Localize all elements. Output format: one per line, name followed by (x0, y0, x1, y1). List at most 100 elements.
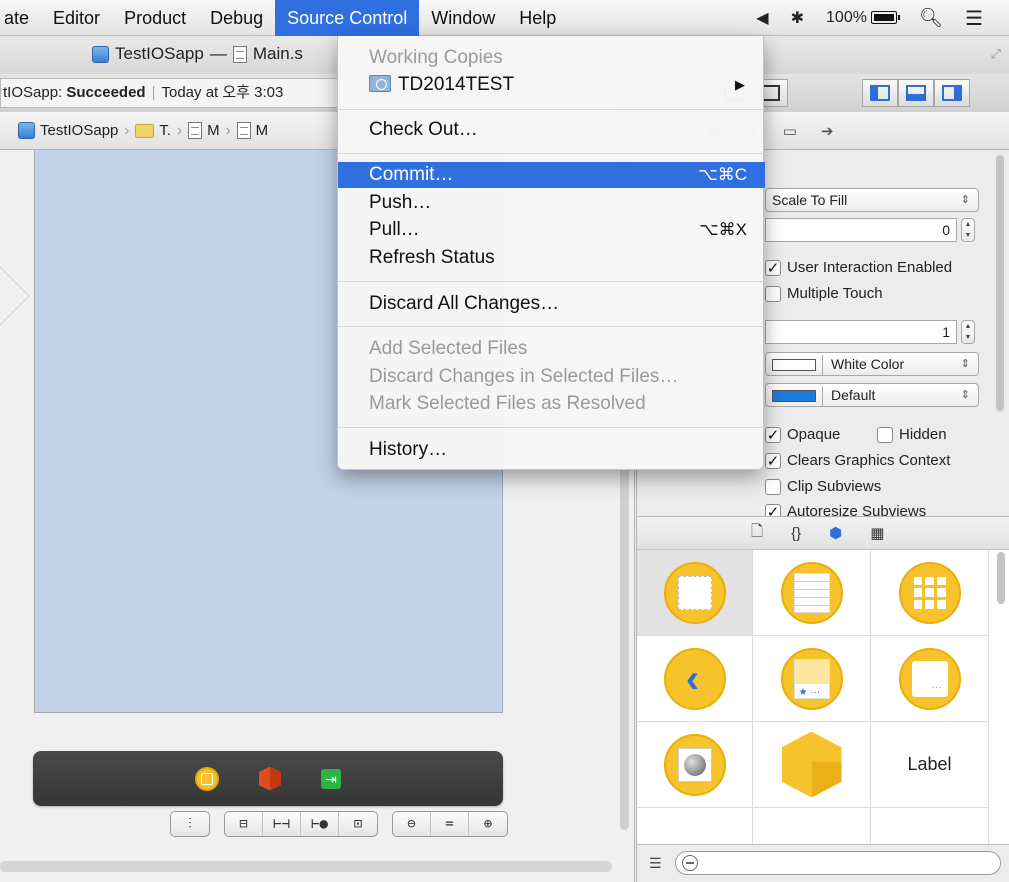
library-scrollbar[interactable] (997, 552, 1005, 604)
breadcrumb-file[interactable]: M (188, 122, 220, 139)
project-icon (18, 122, 35, 139)
object-library-icon[interactable]: ⬢ (829, 524, 842, 542)
menu-item-commit[interactable]: Commit… ⌥⌘C (338, 162, 765, 188)
library-item-next[interactable] (753, 808, 871, 844)
zoom-out-button[interactable]: ⊖ (393, 812, 431, 836)
menu-product[interactable]: Product (112, 0, 198, 36)
alpha-stepper[interactable]: ▲ ▼ (961, 320, 975, 344)
background-color-popup[interactable]: White Color ⇕ (765, 352, 979, 376)
file-icon (188, 122, 203, 139)
object-cube-icon (781, 731, 842, 798)
library-item-next[interactable] (871, 808, 989, 844)
toggle-navigator-button[interactable] (862, 79, 898, 107)
view-toggle-group (862, 79, 970, 107)
connections-inspector-icon[interactable]: ➔ (821, 122, 834, 140)
code-snippet-library-icon[interactable]: {} (791, 525, 801, 542)
status-menus: ◀ ✱ 100% 🔍︎ ☰ (756, 0, 1009, 36)
menu-help[interactable]: Help (507, 0, 568, 36)
zoom-in-button[interactable]: ⊕ (469, 812, 507, 836)
exit-icon[interactable]: ⇥ (321, 768, 341, 789)
build-time: Today at 오후 3:03 (161, 84, 284, 101)
breadcrumb-project[interactable]: TestIOSapp (18, 122, 118, 139)
debug-panel-icon (906, 85, 926, 101)
page-view-controller-icon: ··· (898, 647, 961, 710)
user-interaction-checkbox[interactable]: ✓ User Interaction Enabled (765, 259, 952, 277)
notification-center-icon[interactable]: ☰ (965, 6, 983, 31)
clip-subviews-row: Clip Subviews (637, 475, 1009, 501)
menu-editor[interactable]: Editor (41, 0, 112, 36)
battery-status[interactable]: 100% (826, 9, 900, 27)
library-filter-bar: ☰ (636, 844, 1009, 882)
clip-subviews-checkbox[interactable]: Clip Subviews (765, 478, 881, 495)
media-library-icon[interactable]: ▦ (870, 524, 884, 542)
library-filter-field[interactable] (675, 851, 1001, 875)
library-item-table-view-controller[interactable] (753, 550, 871, 636)
library-item-object[interactable] (753, 722, 871, 808)
inspector-scrollbar[interactable] (996, 155, 1004, 411)
toggle-debug-area-button[interactable] (898, 79, 934, 107)
resolve-issues-button[interactable]: ⊢● (301, 812, 339, 836)
menu-navigate[interactable]: ate (0, 0, 41, 36)
menu-item-history[interactable]: History… (338, 437, 765, 463)
align-button[interactable]: ⊟ (225, 812, 263, 836)
fullscreen-icon[interactable]: ⤢ (991, 46, 1001, 62)
menu-window[interactable]: Window (419, 0, 507, 36)
menu-item-repo[interactable]: TD2014TEST ▶ (338, 72, 765, 98)
horizontal-scrollbar[interactable] (0, 861, 612, 872)
ruler-inspector-icon[interactable]: ▭ (783, 122, 797, 140)
menu-item-discard-all[interactable]: Discard All Changes… (338, 291, 765, 317)
file-template-library-icon[interactable]: 🗋 (751, 521, 763, 546)
library-item-tab-bar-controller[interactable]: ★ ··· (753, 636, 871, 722)
menu-item-add-selected[interactable]: Add Selected Files (338, 336, 765, 362)
menu-item-pull[interactable]: Pull… ⌥⌘X (338, 217, 765, 243)
menu-item-mark-resolved[interactable]: Mark Selected Files as Resolved (338, 391, 765, 417)
library-item-label[interactable]: Label (871, 722, 989, 808)
breadcrumb-scene[interactable]: M (236, 122, 268, 139)
tag-stepper[interactable]: ▲ ▼ (961, 218, 975, 242)
file-icon (236, 122, 251, 139)
tag-field[interactable]: 0 (765, 218, 957, 242)
navigation-controller-icon: ‹ (663, 647, 726, 710)
hidden-checkbox[interactable]: Hidden (877, 426, 947, 443)
library-item-glkit-view-controller[interactable] (637, 722, 753, 808)
autoresize-checkbox[interactable]: ✓ Autoresize Subviews (765, 503, 926, 516)
content-mode-popup[interactable]: Scale To Fill ⇕ (765, 188, 979, 212)
opaque-checkbox[interactable]: ✓ Opaque (765, 426, 840, 444)
first-responder-icon[interactable] (259, 766, 281, 791)
resizing-button[interactable]: ⊡ (339, 812, 377, 836)
updown-arrow-icon: ⇕ (960, 389, 970, 401)
zoom-reset-button[interactable]: = (431, 812, 469, 836)
white-swatch (772, 359, 816, 372)
clears-graphics-checkbox[interactable]: ✓ Clears Graphics Context (765, 452, 950, 470)
library-item-navigation-controller[interactable]: ‹ (637, 636, 753, 722)
library-item-next[interactable] (637, 808, 753, 844)
library-item-page-view-controller[interactable]: ··· (871, 636, 989, 722)
list-view-icon[interactable]: ☰ (649, 855, 662, 872)
multiple-touch-checkbox[interactable]: Multiple Touch (765, 285, 883, 302)
menu-source-control[interactable]: Source Control (275, 0, 420, 36)
table-view-controller-icon (780, 561, 843, 624)
menu-separator (338, 281, 765, 282)
bluetooth-icon[interactable]: ✱ (791, 8, 804, 28)
breadcrumb-folder[interactable]: T. (135, 122, 171, 139)
toggle-utilities-button[interactable] (934, 79, 970, 107)
menu-debug[interactable]: Debug (198, 0, 275, 36)
view-controller-icon (663, 561, 726, 624)
blue-swatch (772, 390, 816, 403)
app-project-icon (92, 45, 109, 63)
volume-icon[interactable]: ◀ (756, 8, 768, 28)
library-item-collection-view-controller[interactable] (871, 550, 989, 636)
spotlight-icon[interactable]: 🔍︎ (919, 6, 943, 30)
menu-separator (338, 326, 765, 327)
menu-item-push[interactable]: Push… (338, 190, 765, 216)
pin-button[interactable]: ⊢⊣ (263, 812, 301, 836)
menu-item-refresh-status[interactable]: Refresh Status (338, 245, 765, 271)
tint-color-popup[interactable]: Default ⇕ (765, 383, 979, 407)
menu-item-discard-selected[interactable]: Discard Changes in Selected Files… (338, 364, 765, 390)
alpha-field[interactable]: 1 (765, 320, 957, 344)
menu-item-check-out[interactable]: Check Out… (338, 117, 765, 143)
document-outline-button[interactable]: ⫶ (171, 812, 209, 836)
library-item-view-controller[interactable] (637, 550, 753, 636)
menu-heading-working-copies: Working Copies (369, 47, 503, 68)
view-controller-icon[interactable] (195, 766, 219, 791)
